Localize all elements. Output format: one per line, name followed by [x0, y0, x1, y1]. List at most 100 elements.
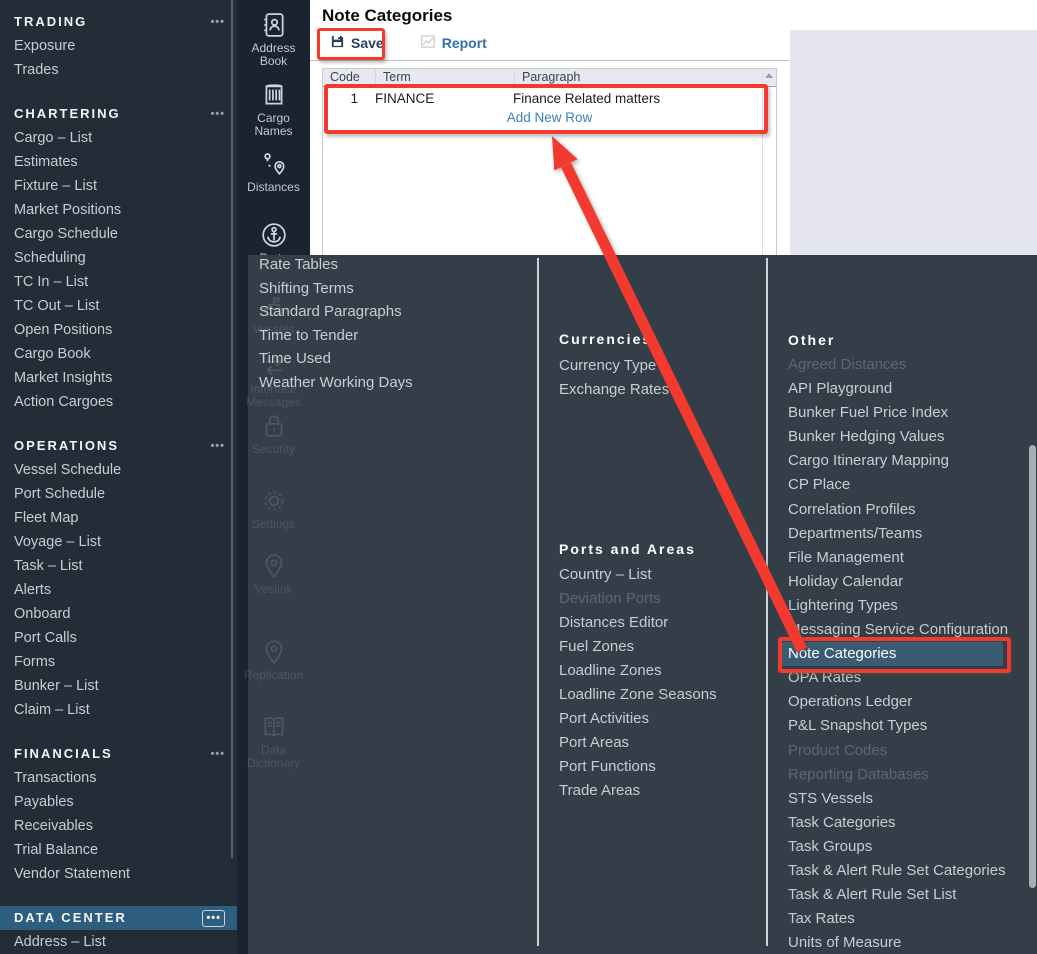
sidebar-item-tc-in-list[interactable]: TC In – List — [0, 270, 237, 294]
sidebar-item-cargo-book[interactable]: Cargo Book — [0, 342, 237, 366]
sidebar-item-tc-out-list[interactable]: TC Out – List — [0, 294, 237, 318]
menu-item-cargo-itinerary-mapping[interactable]: Cargo Itinerary Mapping — [788, 449, 1003, 473]
sidebar-item-market-insights[interactable]: Market Insights — [0, 366, 237, 390]
menu-column-lists: Rate TablesShifting TermsStandard Paragr… — [259, 253, 413, 394]
menu-item-bunker-hedging-values[interactable]: Bunker Hedging Values — [788, 425, 1003, 449]
menu-item-task-categories[interactable]: Task Categories — [788, 811, 1003, 835]
menu-item-exchange-rates[interactable]: Exchange Rates — [559, 378, 669, 402]
sidebar-item-estimates[interactable]: Estimates — [0, 150, 237, 174]
menu-section-currencies: Currencies Currency TypeExchange Rates — [559, 331, 669, 402]
menu-item-loadline-zone-seasons[interactable]: Loadline Zone Seasons — [559, 683, 717, 707]
section-label: OPERATIONS — [14, 438, 119, 453]
menu-item-port-areas[interactable]: Port Areas — [559, 731, 717, 755]
menu-item-messaging-service-configuration[interactable]: Messaging Service Configuration — [788, 618, 1003, 642]
sidebar-item-transactions[interactable]: Transactions — [0, 766, 237, 790]
menu-item-operations-ledger[interactable]: Operations Ledger — [788, 690, 1003, 714]
sidebar-item-onboard[interactable]: Onboard — [0, 602, 237, 626]
iconbar-item-label: Address Book — [237, 42, 310, 68]
menu-item-time-to-tender[interactable]: Time to Tender — [259, 324, 413, 348]
sidebar-item-cargo-schedule[interactable]: Cargo Schedule — [0, 222, 237, 246]
sidebar-item-fleet-map[interactable]: Fleet Map — [0, 506, 237, 530]
sidebar-item-alerts[interactable]: Alerts — [0, 578, 237, 602]
menu-item-holiday-calendar[interactable]: Holiday Calendar — [788, 570, 1003, 594]
sidebar-item-address-list[interactable]: Address – List — [0, 930, 237, 954]
sidebar-item-open-positions[interactable]: Open Positions — [0, 318, 237, 342]
menu-item-departments-teams[interactable]: Departments/Teams — [788, 522, 1003, 546]
menu-item-loadline-zones[interactable]: Loadline Zones — [559, 659, 717, 683]
menu-item-file-management[interactable]: File Management — [788, 546, 1003, 570]
save-button[interactable]: Save — [330, 34, 384, 52]
sidebar-item-trades[interactable]: Trades — [0, 58, 237, 82]
sidebar-item-task-list[interactable]: Task – List — [0, 554, 237, 578]
menu-item-tax-rates[interactable]: Tax Rates — [788, 907, 1003, 931]
menu-item-units-of-measure[interactable]: Units of Measure — [788, 931, 1003, 954]
ellipsis-icon[interactable]: ••• — [210, 102, 225, 126]
sidebar-item-port-schedule[interactable]: Port Schedule — [0, 482, 237, 506]
menu-item-correlation-profiles[interactable]: Correlation Profiles — [788, 498, 1003, 522]
sidebar-item-exposure[interactable]: Exposure — [0, 34, 237, 58]
sidebar-item-vendor-statement[interactable]: Vendor Statement — [0, 862, 237, 886]
sidebar-item-receivables[interactable]: Receivables — [0, 814, 237, 838]
menu-item-weather-working-days[interactable]: Weather Working Days — [259, 371, 413, 395]
menu-item-task-groups[interactable]: Task Groups — [788, 835, 1003, 859]
menu-item-distances-editor[interactable]: Distances Editor — [559, 611, 717, 635]
ellipsis-icon[interactable]: ••• — [210, 434, 225, 458]
iconbar-item-address-book[interactable]: Address Book — [237, 12, 310, 68]
menu-item-rate-tables[interactable]: Rate Tables — [259, 253, 413, 277]
menu-item-port-functions[interactable]: Port Functions — [559, 755, 717, 779]
menu-item-time-used[interactable]: Time Used — [259, 347, 413, 371]
sidebar-scrollbar[interactable] — [231, 0, 233, 858]
menu-item-bunker-fuel-price-index[interactable]: Bunker Fuel Price Index — [788, 401, 1003, 425]
menu-item-port-activities[interactable]: Port Activities — [559, 707, 717, 731]
sidebar-item-forms[interactable]: Forms — [0, 650, 237, 674]
add-new-row-link[interactable]: Add New Row — [323, 110, 776, 125]
cell-code[interactable]: 1 — [323, 91, 368, 106]
sidebar-item-fixture-list[interactable]: Fixture – List — [0, 174, 237, 198]
sidebar-item-action-cargoes[interactable]: Action Cargoes — [0, 390, 237, 414]
menu-item-currency-type[interactable]: Currency Type — [559, 354, 669, 378]
report-chart-icon — [420, 34, 442, 52]
menu-item-api-playground[interactable]: API Playground — [788, 377, 1003, 401]
sidebar-item-claim-list[interactable]: Claim – List — [0, 698, 237, 722]
cell-paragraph[interactable]: Finance Related matters — [506, 91, 660, 106]
ellipsis-icon[interactable]: ••• — [210, 742, 225, 766]
menu-item-fuel-zones[interactable]: Fuel Zones — [559, 635, 717, 659]
ellipsis-icon[interactable]: ••• — [202, 910, 225, 927]
iconbar-item-cargo-names[interactable]: Cargo Names — [237, 82, 310, 138]
ellipsis-icon[interactable]: ••• — [210, 10, 225, 34]
table-row[interactable]: 1 FINANCE Finance Related matters — [323, 87, 776, 109]
sidebar-item-vessel-schedule[interactable]: Vessel Schedule — [0, 458, 237, 482]
menu-item-shifting-terms[interactable]: Shifting Terms — [259, 277, 413, 301]
sidebar-item-bunker-list[interactable]: Bunker – List — [0, 674, 237, 698]
scroll-up-arrow-icon[interactable] — [765, 73, 773, 78]
cell-term[interactable]: FINANCE — [368, 91, 506, 106]
sidebar-item-port-calls[interactable]: Port Calls — [0, 626, 237, 650]
iconbar-item-distances[interactable]: Distances — [237, 151, 310, 194]
data-dictionary-icon — [237, 714, 310, 741]
section-label: FINANCIALS — [14, 746, 113, 761]
menu-item-task-alert-rule-set-categories[interactable]: Task & Alert Rule Set Categories — [788, 859, 1003, 883]
menu-item-sts-vessels[interactable]: STS Vessels — [788, 787, 1003, 811]
menu-item-note-categories[interactable]: Note Categories — [782, 642, 1003, 666]
iconbar-item-label: Cargo Names — [237, 112, 310, 138]
sidebar-section-data-center: DATA CENTER••• — [0, 906, 237, 930]
menu-item-p-l-snapshot-types[interactable]: P&L Snapshot Types — [788, 714, 1003, 738]
menu-item-standard-paragraphs[interactable]: Standard Paragraphs — [259, 300, 413, 324]
sidebar-item-voyage-list[interactable]: Voyage – List — [0, 530, 237, 554]
sidebar-item-market-positions[interactable]: Market Positions — [0, 198, 237, 222]
iconbar-item-label: Data Dictionary — [237, 744, 310, 770]
menu-item-cp-place[interactable]: CP Place — [788, 473, 1003, 497]
sidebar-item-trial-balance[interactable]: Trial Balance — [0, 838, 237, 862]
sidebar-item-scheduling[interactable]: Scheduling — [0, 246, 237, 270]
menu-item-task-alert-rule-set-list[interactable]: Task & Alert Rule Set List — [788, 883, 1003, 907]
menu-item-country-list[interactable]: Country – List — [559, 563, 717, 587]
menu-item-trade-areas[interactable]: Trade Areas — [559, 779, 717, 803]
menu-item-lightering-types[interactable]: Lightering Types — [788, 594, 1003, 618]
overlay-scrollbar-thumb[interactable] — [1029, 445, 1036, 888]
sidebar-item-payables[interactable]: Payables — [0, 790, 237, 814]
table-scrollbar[interactable] — [762, 69, 776, 256]
menu-section-other: Other Agreed DistancesAPI PlaygroundBunk… — [788, 332, 1003, 954]
report-button[interactable]: Report — [420, 34, 487, 52]
menu-item-opa-rates[interactable]: OPA Rates — [788, 666, 1003, 690]
sidebar-item-cargo-list[interactable]: Cargo – List — [0, 126, 237, 150]
